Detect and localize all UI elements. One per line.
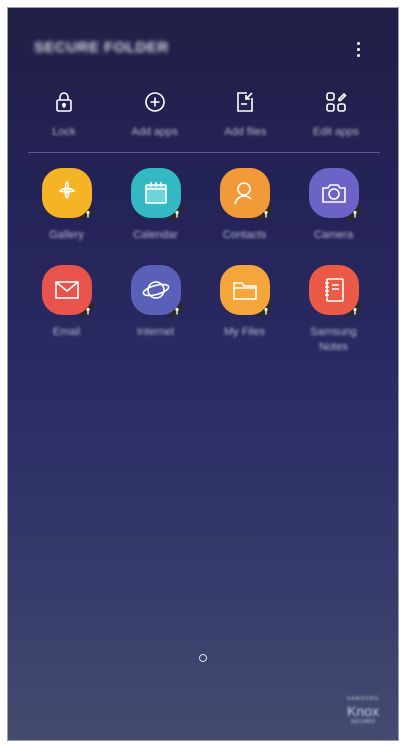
app-icon bbox=[40, 263, 94, 317]
app-label: Camera bbox=[313, 229, 354, 241]
page-title: SECURE FOLDER bbox=[34, 39, 169, 56]
knox-brand-sub: SECURED bbox=[350, 719, 376, 725]
knox-brand-top: SAMSUNG bbox=[346, 696, 380, 702]
app-internet[interactable]: Internet bbox=[111, 263, 200, 355]
add-file-icon bbox=[237, 92, 254, 112]
app-icon bbox=[307, 166, 361, 220]
key-icon bbox=[174, 210, 179, 218]
divider bbox=[28, 152, 380, 153]
app-gallery[interactable]: Gallery bbox=[22, 166, 111, 243]
app-grid: Gallery Calendar Contacts Camera Email I… bbox=[22, 166, 378, 355]
app-calendar[interactable]: Calendar bbox=[111, 166, 200, 243]
add-apps-label: Add apps bbox=[131, 126, 178, 138]
add-files-button[interactable]: Add files bbox=[203, 90, 287, 138]
app-label: Email bbox=[52, 326, 81, 338]
app-icon bbox=[129, 263, 183, 317]
app-label: My Files bbox=[224, 326, 265, 338]
key-icon bbox=[352, 210, 357, 218]
secure-badge bbox=[166, 204, 183, 220]
key-icon bbox=[85, 210, 90, 218]
edit-apps-icon bbox=[326, 92, 347, 112]
secure-badge bbox=[77, 301, 94, 317]
app-label: Contacts bbox=[222, 229, 267, 241]
lock-icon bbox=[56, 92, 72, 112]
app-icon bbox=[218, 166, 272, 220]
app-email[interactable]: Email bbox=[22, 263, 111, 355]
knox-logo: SAMSUNG Knox SECURED bbox=[338, 696, 388, 725]
add-files-label: Add files bbox=[224, 126, 267, 138]
secure-badge bbox=[77, 204, 94, 220]
app-label: Samsung Notes bbox=[310, 326, 357, 353]
app-icon bbox=[307, 263, 361, 317]
app-label: Internet bbox=[136, 326, 175, 338]
app-label: Calendar bbox=[133, 229, 178, 241]
add-apps-button[interactable]: Add apps bbox=[113, 90, 197, 138]
app-icon bbox=[40, 166, 94, 220]
key-icon bbox=[85, 307, 90, 315]
key-icon bbox=[174, 307, 179, 315]
app-camera[interactable]: Camera bbox=[289, 166, 378, 243]
add-circle-icon bbox=[144, 92, 165, 112]
key-icon bbox=[263, 307, 268, 315]
edit-apps-button[interactable]: Edit apps bbox=[294, 90, 378, 138]
key-icon bbox=[263, 210, 268, 218]
app-icon bbox=[129, 166, 183, 220]
app-contacts[interactable]: Contacts bbox=[200, 166, 289, 243]
secure-folder-screen: SECURE FOLDER Lock Add apps Add files Ed… bbox=[7, 7, 399, 741]
app-my-files[interactable]: My Files bbox=[200, 263, 289, 355]
app-label: Gallery bbox=[49, 229, 84, 241]
more-options-icon[interactable] bbox=[348, 38, 368, 60]
secure-badge bbox=[344, 301, 361, 317]
lock-label: Lock bbox=[52, 126, 76, 138]
secure-badge bbox=[344, 204, 361, 220]
secure-badge bbox=[255, 301, 272, 317]
knox-brand: Knox bbox=[347, 703, 379, 719]
edit-apps-label: Edit apps bbox=[313, 126, 359, 138]
secure-badge bbox=[255, 204, 272, 220]
page-indicator bbox=[199, 654, 207, 662]
app-icon bbox=[218, 263, 272, 317]
app-samsung-notes[interactable]: Samsung Notes bbox=[289, 263, 378, 355]
lock-button[interactable]: Lock bbox=[22, 90, 106, 138]
secure-badge bbox=[166, 301, 183, 317]
key-icon bbox=[352, 307, 357, 315]
action-bar: Lock Add apps Add files Edit apps bbox=[22, 90, 378, 138]
